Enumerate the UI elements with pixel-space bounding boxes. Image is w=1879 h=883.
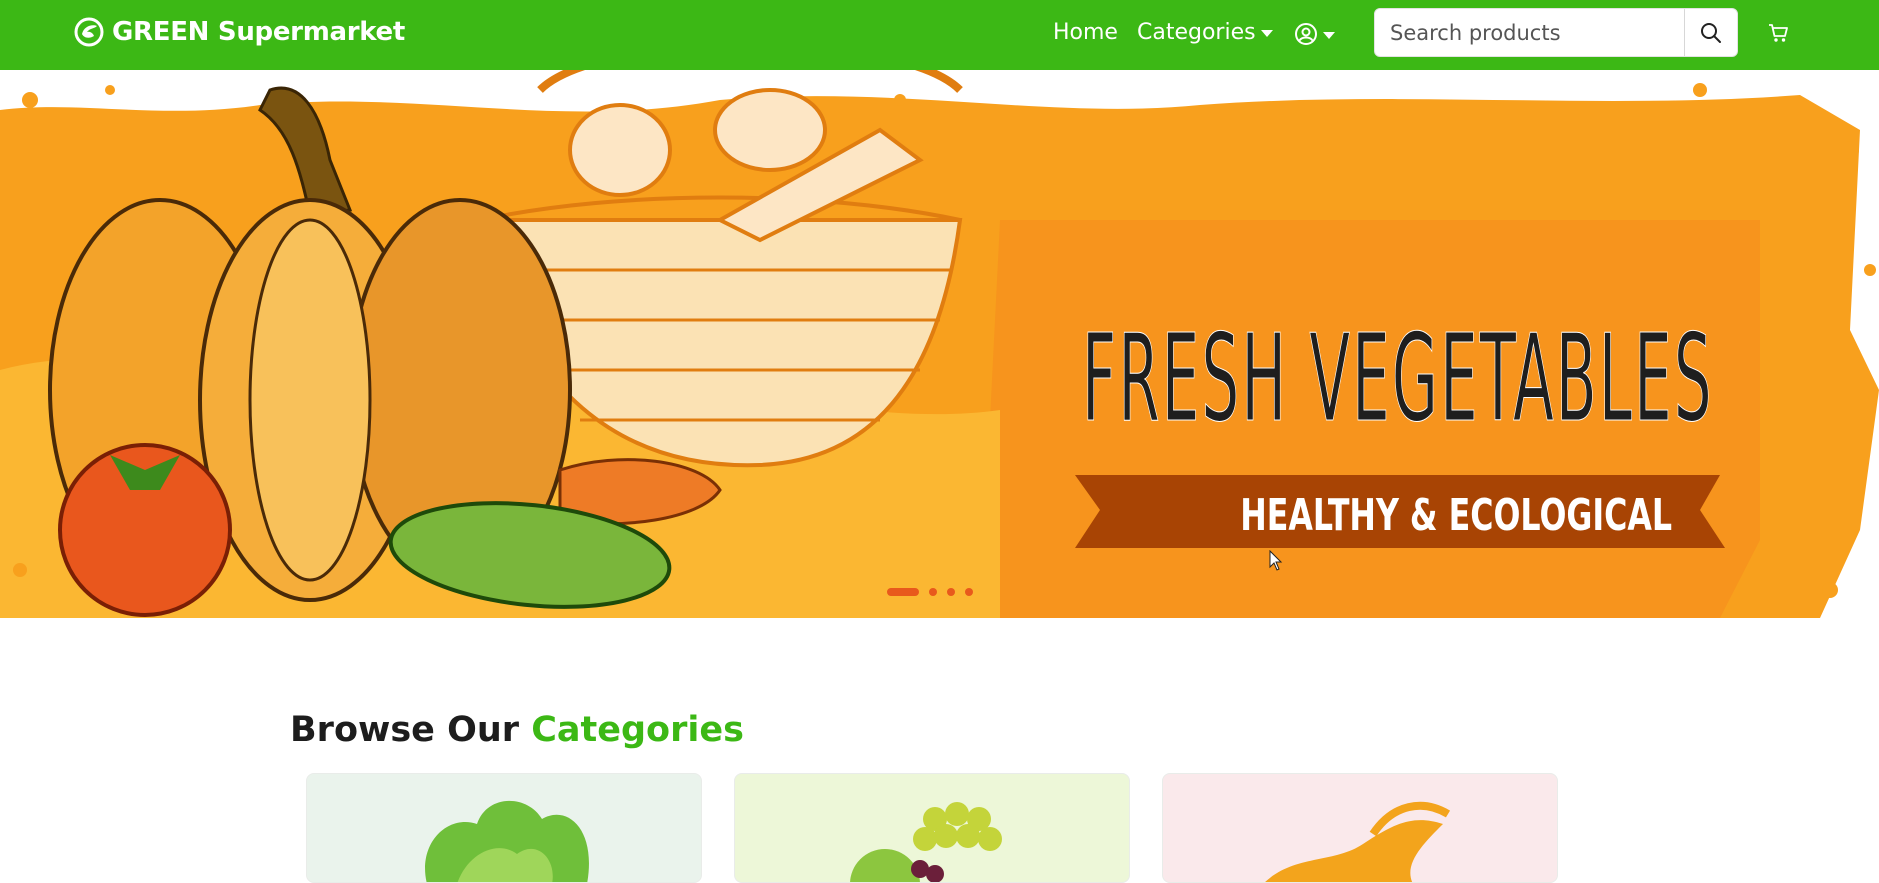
search-icon <box>1701 22 1721 43</box>
categories-heading-prefix: Browse Our <box>290 710 520 750</box>
nav-categories-label: Categories <box>1137 20 1256 45</box>
search-form <box>1374 8 1738 57</box>
search-button[interactable] <box>1684 9 1737 56</box>
chevron-down-icon <box>1323 31 1335 39</box>
carousel-indicators <box>887 588 973 596</box>
category-card[interactable] <box>306 773 702 883</box>
nav-categories-dropdown[interactable]: Categories <box>1137 20 1273 45</box>
category-card[interactable] <box>1162 773 1558 883</box>
chevron-down-icon <box>1260 30 1273 37</box>
top-navbar: GREEN Supermarket Home Categories <box>0 0 1879 70</box>
fruits-image <box>850 802 1002 882</box>
carousel-indicator-3[interactable] <box>947 588 955 596</box>
cart-button[interactable] <box>1767 22 1789 48</box>
hero-subtitle: HEALTHY & ECOLOGICAL <box>1240 490 1673 541</box>
categories-heading: Browse Our Categories <box>290 710 744 750</box>
hero-carousel: FRESH VEGETABLES HEALTHY & ECOLOGICAL <box>0 70 1879 618</box>
carousel-indicator-1[interactable] <box>887 588 919 596</box>
user-circle-icon <box>1295 23 1317 45</box>
categories-heading-accent: Categories <box>531 710 744 750</box>
brand-name: GREEN Supermarket <box>112 17 406 47</box>
leafy-greens-image <box>425 800 589 882</box>
hero-title: FRESH VEGETABLES <box>1082 310 1714 450</box>
juice-splash-image <box>1265 801 1451 882</box>
category-card[interactable] <box>734 773 1130 883</box>
user-menu-toggle[interactable] <box>1294 22 1335 46</box>
mouse-cursor-icon <box>1269 550 1283 571</box>
carousel-indicator-4[interactable] <box>965 588 973 596</box>
brand-link[interactable]: GREEN Supermarket <box>74 17 405 47</box>
cart-icon <box>1769 24 1788 42</box>
nav-home-link[interactable]: Home <box>1053 20 1118 45</box>
search-input[interactable] <box>1375 9 1684 56</box>
carousel-indicator-2[interactable] <box>929 588 937 596</box>
leaf-logo-icon <box>74 17 104 47</box>
